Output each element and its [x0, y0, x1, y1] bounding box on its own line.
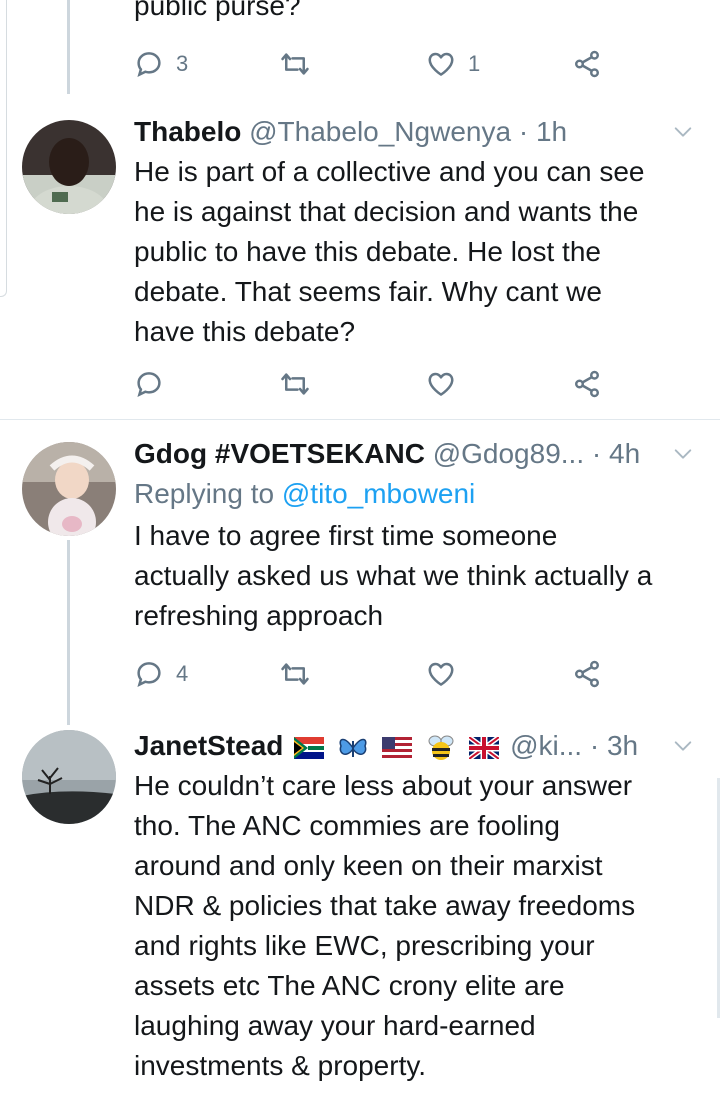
user-handle[interactable]: @Gdog89...: [433, 438, 584, 469]
separator-dot: ·: [518, 116, 529, 147]
reply-button[interactable]: [134, 364, 176, 404]
tweet-text-line: I have to agree first time someone: [134, 520, 558, 551]
like-button[interactable]: 1: [426, 44, 480, 84]
reply-count: 4: [176, 661, 189, 686]
tweet-header: JanetStead @ki... · 3h: [134, 728, 700, 764]
share-button[interactable]: [572, 364, 602, 404]
prev-tweet-body[interactable]: public purse?: [134, 0, 700, 26]
retweet-button[interactable]: [280, 364, 310, 404]
reply-icon: [134, 369, 164, 399]
user-handle[interactable]: @Thabelo_Ngwenya: [249, 116, 511, 147]
butterfly-icon: [339, 738, 367, 757]
tweet-text-line: debate. That seems fair. Why cant we: [134, 276, 602, 307]
tweet-actions: 4: [134, 654, 614, 694]
like-button[interactable]: [426, 364, 456, 404]
user-handle[interactable]: @ki...: [510, 730, 582, 761]
chevron-down-icon[interactable]: [672, 735, 694, 757]
timestamp[interactable]: 3h: [607, 730, 638, 761]
tweet-body[interactable]: Thabelo @Thabelo_Ngwenya · 1h He is part…: [134, 114, 700, 352]
tweet-text-line: have this debate?: [134, 316, 356, 347]
tweet-header: Gdog #VOETSEKANC @Gdog89... · 4h: [134, 436, 700, 472]
side-panel-edge: [0, 0, 7, 297]
separator-dot: ·: [591, 438, 602, 469]
tweet-text-line: He is part of a collective and you can s…: [134, 156, 645, 187]
avatar[interactable]: [22, 730, 116, 824]
tweet-body[interactable]: Gdog #VOETSEKANC @Gdog89... · 4h Replyin…: [134, 436, 700, 636]
south-africa-flag-icon: [294, 736, 325, 759]
retweet-button[interactable]: [280, 654, 310, 694]
tweet-actions: [134, 364, 614, 404]
avatar[interactable]: [22, 442, 116, 536]
share-button[interactable]: [572, 654, 602, 694]
tweet-divider: [0, 419, 720, 420]
prev-tweet-actions: 3 1: [134, 44, 614, 84]
tweet-text-line: assets etc The ANC crony elite are: [134, 970, 565, 1001]
tweet-text: I have to agree first time someone actua…: [134, 516, 700, 636]
tweet-text-line: laughing away your hard-earned: [134, 1010, 536, 1041]
tweet-text-line: investments & property.: [134, 1050, 427, 1081]
chevron-down-icon[interactable]: [672, 443, 694, 465]
retweet-icon: [280, 659, 310, 689]
reply-count: 3: [176, 51, 189, 76]
share-icon: [572, 659, 602, 689]
tweet-text-line: tho. The ANC commies are fooling: [134, 810, 560, 841]
like-button[interactable]: [426, 654, 456, 694]
us-flag-icon: [381, 736, 412, 759]
bee-icon: [428, 735, 454, 760]
tweet-body[interactable]: JanetStead @ki... · 3h He couldn’t care …: [134, 728, 700, 1086]
display-name[interactable]: Gdog #VOETSEKANC: [134, 438, 425, 469]
heart-icon: [426, 369, 456, 399]
thread-connector-line: [67, 540, 70, 725]
replying-to-handle[interactable]: @tito_mboweni: [282, 478, 475, 509]
retweet-icon: [280, 49, 310, 79]
timestamp[interactable]: 1h: [536, 116, 567, 147]
reply-button[interactable]: 3: [134, 44, 188, 84]
tweet-text: He couldn’t care less about your answer …: [134, 766, 700, 1086]
tweet-text-line: public to have this debate. He lost the: [134, 236, 601, 267]
heart-icon: [426, 659, 456, 689]
tweet-text-line: refreshing approach: [134, 600, 384, 631]
uk-flag-icon: [469, 736, 500, 759]
chevron-down-icon[interactable]: [672, 121, 694, 143]
reply-icon: [134, 49, 164, 79]
share-icon: [572, 49, 602, 79]
display-name[interactable]: JanetStead: [134, 730, 283, 761]
tweet-text-line: public purse?: [134, 0, 301, 21]
share-icon: [572, 369, 602, 399]
tweet-text-line: and rights like EWC, prescribing your: [134, 930, 595, 961]
reply-icon: [134, 659, 164, 689]
tweet-text: He is part of a collective and you can s…: [134, 152, 700, 352]
retweet-icon: [280, 369, 310, 399]
tweet-text-line: he is against that decision and wants th…: [134, 196, 639, 227]
like-count: 1: [468, 51, 481, 76]
retweet-button[interactable]: [280, 44, 310, 84]
heart-icon: [426, 49, 456, 79]
share-button[interactable]: [572, 44, 602, 84]
tweet-text-line: actually asked us what we think actually…: [134, 560, 653, 591]
thread-connector-line: [67, 0, 70, 94]
tweet-text-line: He couldn’t care less about your answer: [134, 770, 633, 801]
avatar[interactable]: [22, 120, 116, 214]
timestamp[interactable]: 4h: [609, 438, 640, 469]
replying-to: Replying to @tito_mboweni: [134, 476, 700, 512]
reply-button[interactable]: 4: [134, 654, 188, 694]
tweet-text-line: around and only keen on their marxist: [134, 850, 603, 881]
tweet-header: Thabelo @Thabelo_Ngwenya · 1h: [134, 114, 700, 150]
replying-to-label: Replying to: [134, 478, 275, 509]
tweet-text-line: NDR & policies that take away freedoms: [134, 890, 636, 921]
separator-dot: ·: [589, 730, 600, 761]
display-name[interactable]: Thabelo: [134, 116, 241, 147]
